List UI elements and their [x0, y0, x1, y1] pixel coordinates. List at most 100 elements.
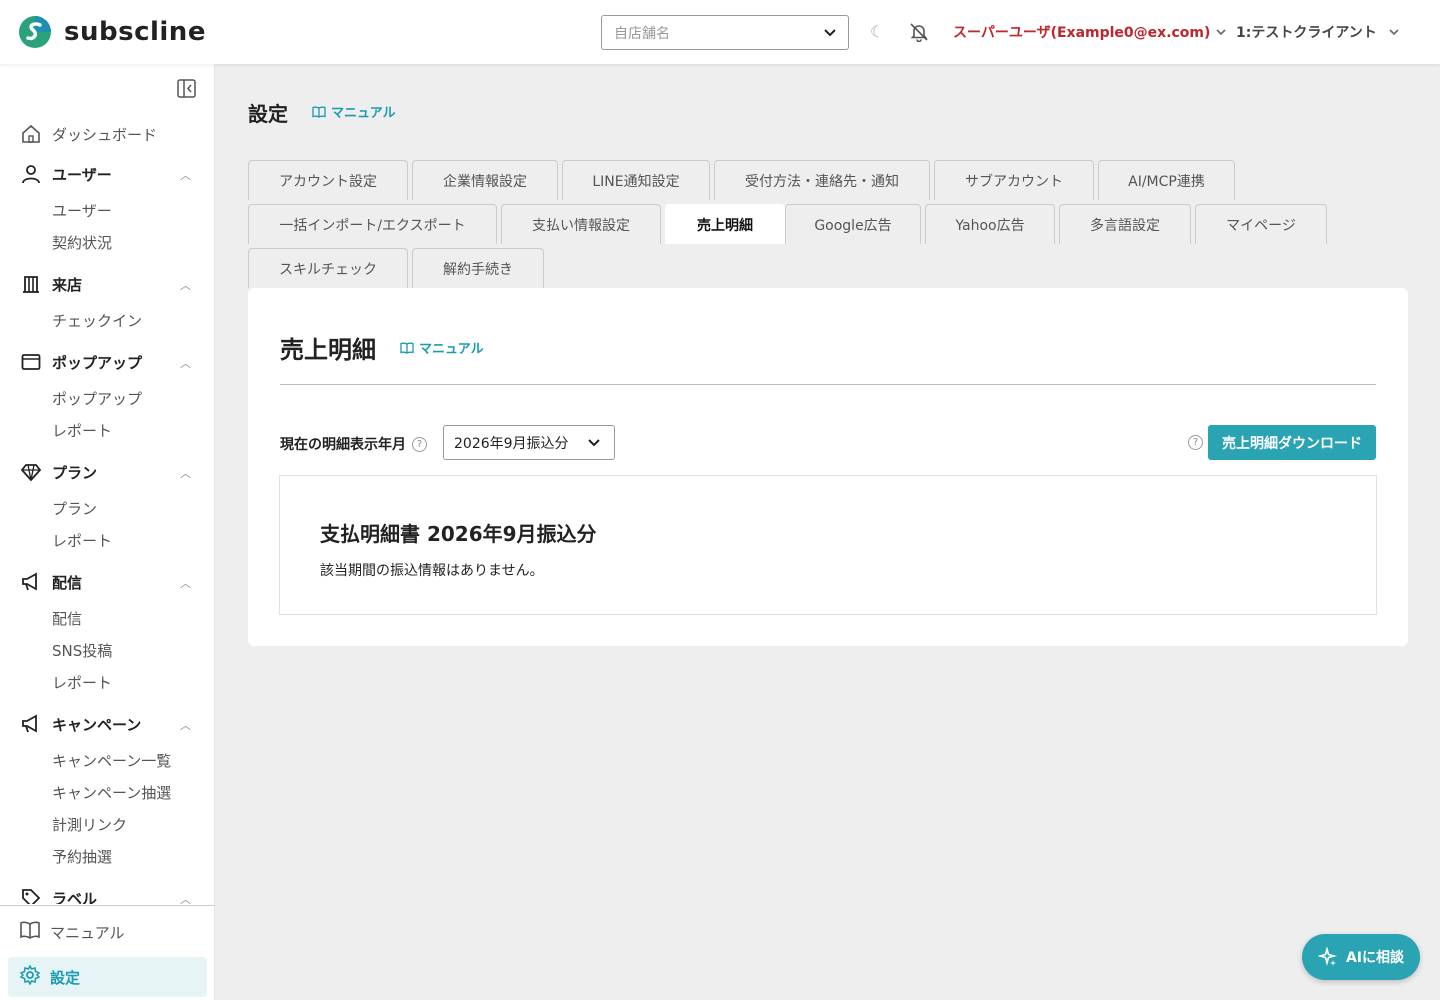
- sidebar-section-campaign[interactable]: キャンペーン ︿: [0, 704, 215, 744]
- sidebar-item-manual[interactable]: マニュアル: [8, 912, 207, 952]
- tab-ai-mcp[interactable]: AI/MCP連携: [1098, 160, 1235, 200]
- store-select[interactable]: 自店舗名: [601, 15, 849, 50]
- chevron-up-icon: ︿: [180, 169, 191, 182]
- top-header: subscline 自店舗名 ☾ スーパーユーザ(Example0@ex.com…: [0, 0, 1440, 64]
- chevron-up-icon: ︿: [180, 893, 191, 904]
- chevron-up-icon: ︿: [180, 719, 191, 732]
- period-label-text: 現在の明細表示年月: [280, 437, 406, 453]
- chevron-down-icon: [588, 435, 600, 451]
- sidebar-section-label: ポップアップ: [52, 353, 143, 372]
- statement-title: 支払明細書 2026年9月振込分: [320, 522, 597, 546]
- notification-off-icon[interactable]: [909, 22, 929, 46]
- logo-text: subscline: [64, 17, 206, 47]
- sidebar-nav: ダッシュボード ユーザー ︿ ユーザー 契約状況 来店 ︿ チェックイン ポップ…: [0, 114, 215, 904]
- sidebar-section-delivery[interactable]: 配信 ︿: [0, 562, 215, 602]
- sidebar-section-popup[interactable]: ポップアップ ︿: [0, 342, 215, 382]
- ai-consult-button[interactable]: AIに相談: [1302, 934, 1420, 980]
- sidebar-section-label: キャンペーン: [52, 715, 142, 734]
- tab-google-ads[interactable]: Google広告: [785, 204, 921, 244]
- period-select-value: 2026年9月振込分: [454, 435, 569, 452]
- sidebar-item-delivery-report[interactable]: レポート: [0, 666, 215, 698]
- sidebar-collapse-icon[interactable]: [177, 79, 196, 102]
- sidebar-section-visit[interactable]: 来店 ︿: [0, 264, 215, 304]
- tab-bulk-import-export[interactable]: 一括インポート/エクスポート: [248, 204, 497, 244]
- dark-mode-icon[interactable]: ☾: [870, 22, 884, 41]
- period-select[interactable]: 2026年9月振込分: [443, 425, 615, 460]
- chevron-up-icon: ︿: [180, 279, 191, 292]
- store-select-placeholder: 自店舗名: [614, 25, 670, 42]
- sidebar-item-dashboard[interactable]: ダッシュボード: [0, 114, 215, 154]
- divider: [280, 384, 1376, 385]
- help-icon[interactable]: ?: [1188, 435, 1203, 450]
- tab-reception-contact-notification[interactable]: 受付方法・連絡先・通知: [714, 160, 930, 200]
- sidebar-section-label[interactable]: ラベル ︿: [0, 878, 215, 904]
- book-icon: [400, 342, 414, 354]
- download-statement-button[interactable]: 売上明細ダウンロード: [1208, 425, 1376, 460]
- sidebar-item-sns-post[interactable]: SNS投稿: [0, 634, 215, 666]
- sidebar-item-users[interactable]: ユーザー: [0, 194, 215, 226]
- sidebar-item-delivery[interactable]: 配信: [0, 602, 215, 634]
- chevron-up-icon: ︿: [180, 467, 191, 480]
- sidebar-item-campaign-list[interactable]: キャンペーン一覧: [0, 744, 215, 776]
- sidebar-item-plan-report[interactable]: レポート: [0, 524, 215, 556]
- sidebar-section-label: 来店: [52, 275, 83, 294]
- page-title: 設定: [248, 102, 288, 126]
- ai-button-label: AIに相談: [1345, 950, 1405, 966]
- user-label: スーパーユーザ(Example0@ex.com): [953, 25, 1211, 41]
- statement-panel: 支払明細書 2026年9月振込分 該当期間の振込情報はありません。: [279, 475, 1377, 615]
- sidebar-item-label: マニュアル: [50, 923, 125, 942]
- sidebar-item-campaign-lottery[interactable]: キャンペーン抽選: [0, 776, 215, 808]
- sidebar-bottom: マニュアル 設定: [0, 905, 215, 1000]
- sidebar-item-checkin[interactable]: チェックイン: [0, 304, 215, 336]
- sidebar-item-label: 設定: [50, 968, 81, 987]
- client-label: 1:テストクライアント: [1236, 25, 1377, 41]
- tab-sub-account[interactable]: サブアカウント: [934, 160, 1094, 200]
- user-menu[interactable]: スーパーユーザ(Example0@ex.com): [953, 22, 1226, 42]
- diamond-icon: [20, 461, 42, 483]
- chevron-up-icon: ︿: [180, 577, 191, 590]
- tab-cancellation[interactable]: 解約手続き: [412, 248, 544, 288]
- logo-icon: [19, 16, 51, 48]
- sidebar-section-plan[interactable]: プラン ︿: [0, 452, 215, 492]
- tab-payment-info[interactable]: 支払い情報設定: [501, 204, 661, 244]
- tab-line-notification[interactable]: LINE通知設定: [562, 160, 710, 200]
- sidebar-item-tracking-link[interactable]: 計測リンク: [0, 808, 215, 840]
- sidebar-section-user[interactable]: ユーザー ︿: [0, 154, 215, 194]
- tag-icon: [20, 887, 42, 904]
- book-icon: [312, 106, 326, 118]
- period-label: 現在の明細表示年月 ?: [280, 434, 427, 454]
- megaphone-icon: [20, 571, 42, 593]
- tab-multilingual[interactable]: 多言語設定: [1059, 204, 1191, 244]
- chevron-down-icon: [1216, 25, 1226, 39]
- sidebar-item-plan[interactable]: プラン: [0, 492, 215, 524]
- page-manual-link[interactable]: マニュアル: [312, 102, 396, 121]
- card-manual-link[interactable]: マニュアル: [400, 338, 484, 357]
- help-icon[interactable]: ?: [412, 436, 427, 452]
- app-logo[interactable]: subscline: [16, 16, 206, 48]
- tab-my-page[interactable]: マイページ: [1195, 204, 1327, 244]
- window-icon: [20, 351, 42, 373]
- manual-link-label: マニュアル: [331, 106, 396, 121]
- gear-icon: [19, 964, 41, 989]
- manual-link-label: マニュアル: [419, 342, 484, 357]
- sidebar-item-reservation-lottery[interactable]: 予約抽選: [0, 840, 215, 872]
- sidebar-section-label: ユーザー: [52, 165, 112, 184]
- sidebar-item-settings[interactable]: 設定: [8, 957, 207, 997]
- sidebar-item-popup-report[interactable]: レポート: [0, 414, 215, 446]
- sidebar-item-contracts[interactable]: 契約状況: [0, 226, 215, 258]
- sidebar-section-label: 配信: [52, 573, 83, 592]
- chevron-down-icon: [1389, 25, 1399, 39]
- tab-sales-statement[interactable]: 売上明細: [665, 204, 785, 244]
- client-menu[interactable]: 1:テストクライアント: [1236, 22, 1399, 42]
- sparkle-icon: [1317, 947, 1338, 967]
- tab-company-info[interactable]: 企業情報設定: [412, 160, 558, 200]
- sales-statement-card: 売上明細 マニュアル 現在の明細表示年月 ? 2026年9月振込分 ? 売上明細…: [248, 288, 1408, 646]
- sidebar-item-popup[interactable]: ポップアップ: [0, 382, 215, 414]
- tab-skill-check[interactable]: スキルチェック: [248, 248, 408, 288]
- sidebar-section-label: プラン: [52, 463, 98, 482]
- chevron-up-icon: ︿: [180, 357, 191, 370]
- tab-account-settings[interactable]: アカウント設定: [248, 160, 408, 200]
- user-icon: [20, 163, 42, 185]
- tab-yahoo-ads[interactable]: Yahoo広告: [925, 204, 1055, 244]
- sidebar: ダッシュボード ユーザー ︿ ユーザー 契約状況 来店 ︿ チェックイン ポップ…: [0, 64, 215, 1000]
